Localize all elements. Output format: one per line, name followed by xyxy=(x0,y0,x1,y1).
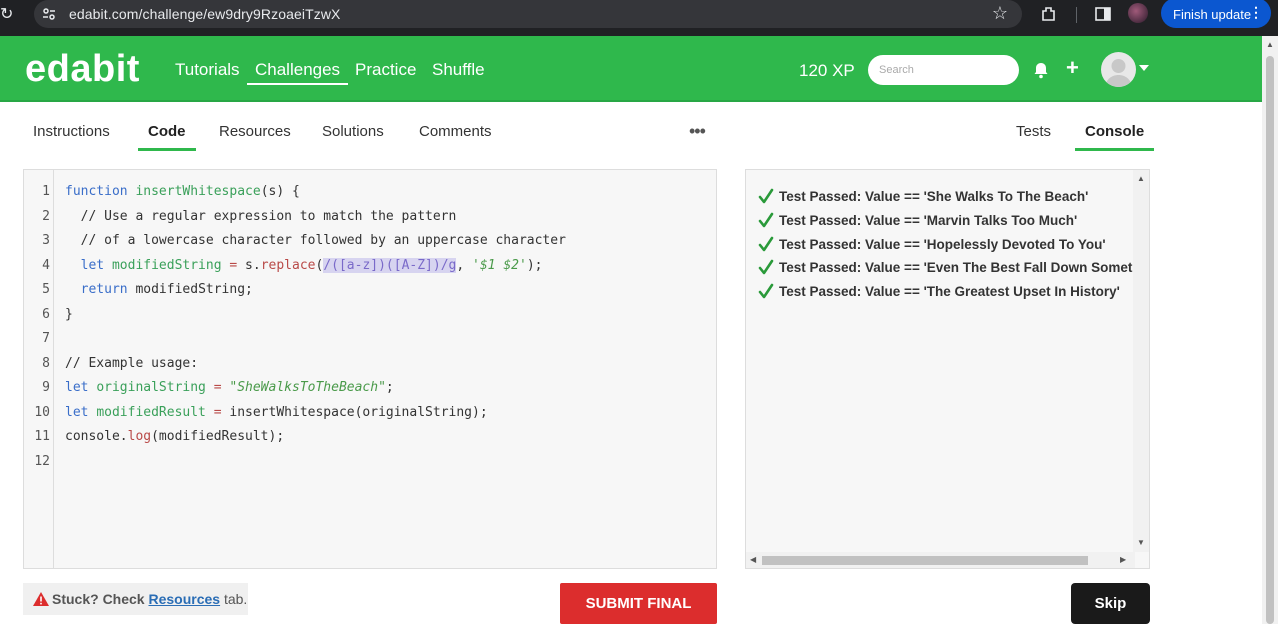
scroll-right-icon[interactable]: ▶ xyxy=(1120,555,1126,564)
plus-icon[interactable]: + xyxy=(1066,55,1079,81)
test-result-text: Test Passed: Value == 'Hopelessly Devote… xyxy=(779,237,1106,252)
code-line: // of a lowercase character followed by … xyxy=(65,233,566,248)
check-icon xyxy=(758,259,774,275)
page-scrollbar-thumb[interactable] xyxy=(1266,56,1274,624)
finish-update-button[interactable]: Finish update ⋮ xyxy=(1161,0,1271,28)
chevron-down-icon[interactable] xyxy=(1139,65,1149,71)
nav-link-practice[interactable]: Practice xyxy=(355,60,416,80)
site-info-icon[interactable] xyxy=(42,7,56,21)
side-panel-icon[interactable] xyxy=(1095,6,1111,22)
reload-icon[interactable]: ↻ xyxy=(0,4,14,24)
code-line: let modifiedResult = insertWhitespace(or… xyxy=(65,405,488,420)
user-avatar[interactable] xyxy=(1101,52,1136,87)
avatar-placeholder-icon xyxy=(1105,59,1132,87)
site-logo[interactable]: edabit xyxy=(25,48,140,91)
console-output[interactable]: Test Passed: Value == 'She Walks To The … xyxy=(745,169,1150,569)
tab-resources[interactable]: Resources xyxy=(219,123,291,140)
code-line: // Use a regular expression to match the… xyxy=(65,209,457,224)
more-tabs-icon[interactable]: ••• xyxy=(689,121,706,142)
stuck-hint-suffix: tab. xyxy=(223,591,248,607)
line-number: 2 xyxy=(42,209,50,224)
extensions-icon[interactable] xyxy=(1040,5,1058,23)
check-icon xyxy=(758,236,774,252)
skip-button[interactable]: Skip xyxy=(1071,583,1150,624)
code-editor[interactable]: 1 2 3 4 5 6 7 8 9 10 11 12 function inse… xyxy=(23,169,717,569)
test-result: Test Passed: Value == 'The Greatest Upse… xyxy=(758,283,1120,299)
more-vert-icon: ⋮ xyxy=(1249,4,1263,20)
check-icon xyxy=(758,188,774,204)
tab-comments[interactable]: Comments xyxy=(419,123,492,140)
console-hscroll-thumb[interactable] xyxy=(762,556,1088,565)
code-line: // Example usage: xyxy=(65,356,199,371)
star-icon[interactable]: ☆ xyxy=(992,3,1008,24)
finish-update-label: Finish update xyxy=(1173,7,1252,22)
line-number-gutter: 1 2 3 4 5 6 7 8 9 10 11 12 xyxy=(24,170,54,568)
code-line: } xyxy=(65,307,73,322)
toolbar-divider xyxy=(1076,7,1077,23)
scroll-up-icon[interactable]: ▲ xyxy=(1137,174,1145,183)
code-line: let modifiedString = s.replace(/([a-z])(… xyxy=(80,258,543,273)
test-result: Test Passed: Value == 'Even The Best Fal… xyxy=(758,259,1150,275)
url-text: edabit.com/challenge/ew9dry9RzoaeiTzwX xyxy=(69,6,341,22)
console-vertical-scrollbar[interactable]: ▲ ▼ xyxy=(1133,170,1149,552)
tab-tests[interactable]: Tests xyxy=(1016,123,1051,140)
line-number: 9 xyxy=(42,380,50,395)
line-number: 5 xyxy=(42,282,50,297)
line-number: 8 xyxy=(42,356,50,371)
stuck-hint-text: Stuck? Check xyxy=(52,591,145,607)
browser-toolbar: ↻ edabit.com/challenge/ew9dry9RzoaeiTzwX… xyxy=(0,0,1278,36)
tab-code[interactable]: Code xyxy=(138,123,196,151)
resources-link[interactable]: Resources xyxy=(148,591,220,607)
page-scrollbar[interactable]: ▲ xyxy=(1262,36,1278,624)
line-number: 1 xyxy=(42,184,50,199)
scroll-up-icon[interactable]: ▲ xyxy=(1266,40,1274,49)
stuck-hint: Stuck? Check Resources tab. xyxy=(23,583,248,615)
test-result: Test Passed: Value == 'She Walks To The … xyxy=(758,188,1088,204)
line-number: 10 xyxy=(34,405,50,420)
tab-instructions[interactable]: Instructions xyxy=(33,123,110,140)
test-result-text: Test Passed: Value == 'Even The Best Fal… xyxy=(779,260,1150,275)
site-header: edabit Tutorials Challenges Practice Shu… xyxy=(0,36,1262,102)
scroll-left-icon[interactable]: ◀ xyxy=(750,555,756,564)
nav-link-tutorials[interactable]: Tutorials xyxy=(175,60,240,80)
scroll-down-icon[interactable]: ▼ xyxy=(1137,538,1145,547)
test-result-text: Test Passed: Value == 'She Walks To The … xyxy=(779,189,1089,204)
tab-solutions[interactable]: Solutions xyxy=(322,123,384,140)
line-number: 6 xyxy=(42,307,50,322)
code-line: console.log(modifiedResult); xyxy=(65,429,285,444)
code-line: let originalString = "SheWalksToTheBeach… xyxy=(65,380,394,395)
code-line: return modifiedString; xyxy=(80,282,253,297)
search-input[interactable] xyxy=(868,55,1019,85)
tab-console[interactable]: Console xyxy=(1075,123,1155,151)
test-result-text: Test Passed: Value == 'Marvin Talks Too … xyxy=(779,213,1078,228)
warning-icon xyxy=(33,592,49,606)
test-result: Test Passed: Value == 'Hopelessly Devote… xyxy=(758,236,1106,252)
address-bar[interactable]: edabit.com/challenge/ew9dry9RzoaeiTzwX ☆ xyxy=(34,0,1022,28)
console-horizontal-scrollbar[interactable]: ◀ ▶ xyxy=(746,552,1135,568)
line-number: 4 xyxy=(42,258,50,273)
submit-final-button[interactable]: SUBMIT FINAL xyxy=(560,583,717,624)
browser-profile-avatar[interactable] xyxy=(1128,3,1148,23)
xp-counter: 120 XP xyxy=(799,61,855,80)
test-result-text: Test Passed: Value == 'The Greatest Upse… xyxy=(779,284,1120,299)
check-icon xyxy=(758,212,774,228)
line-number: 3 xyxy=(42,233,50,248)
test-result: Test Passed: Value == 'Marvin Talks Too … xyxy=(758,212,1077,228)
bell-icon[interactable] xyxy=(1032,61,1050,79)
nav-link-shuffle[interactable]: Shuffle xyxy=(432,60,485,80)
check-icon xyxy=(758,283,774,299)
line-number: 11 xyxy=(34,429,50,444)
line-number: 12 xyxy=(34,454,50,469)
nav-link-challenges[interactable]: Challenges xyxy=(247,60,349,85)
line-number: 7 xyxy=(42,331,50,346)
code-line: function insertWhitespace(s) { xyxy=(65,184,300,199)
